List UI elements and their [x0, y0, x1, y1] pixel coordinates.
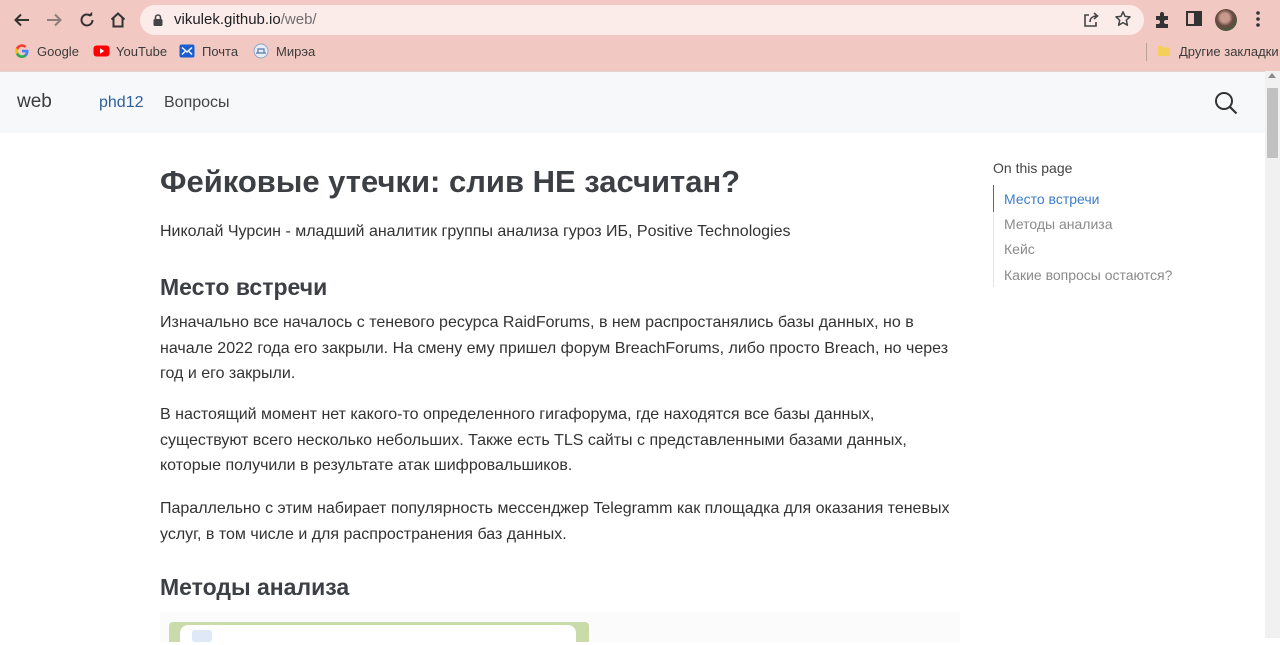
url-path: /web/ [280, 11, 317, 28]
bookmark-label: Почта [202, 43, 239, 59]
nav-link-questions[interactable]: Вопросы [164, 94, 230, 112]
scroll-up-arrow-icon[interactable] [1268, 73, 1276, 78]
scrollbar-thumb[interactable] [1267, 88, 1278, 158]
google-icon [14, 43, 30, 59]
browser-toolbar: vikulek.github.io/web/ [0, 0, 1280, 40]
bookmark-star-icon[interactable] [1114, 10, 1132, 33]
forward-button[interactable] [40, 6, 68, 34]
other-bookmarks-label: Другие закладки [1179, 43, 1279, 59]
bookmark-label: Мирэа [276, 43, 316, 59]
paragraph: Параллельно с этим набирает популярность… [160, 500, 950, 543]
image-card [180, 625, 576, 645]
image-thumbnail [192, 630, 212, 642]
bookmark-label: Google [37, 43, 79, 59]
reload-icon [80, 11, 94, 27]
share-icon[interactable] [1082, 11, 1100, 34]
toc-item-open-questions[interactable]: Какие вопросы остаются? [1004, 267, 1172, 283]
browser-menu-icon[interactable] [1255, 10, 1261, 33]
url-host: vikulek.github.io [174, 11, 281, 28]
back-button[interactable] [8, 6, 36, 34]
url-text[interactable]: vikulek.github.io/web/ [174, 11, 317, 28]
arrow-left-icon [14, 13, 29, 27]
bookmark-youtube[interactable]: YouTube [93, 43, 167, 59]
paragraph: Изначально все началось с теневого ресур… [160, 314, 949, 382]
section-heading-meeting-place: Место встречи [160, 274, 328, 300]
toc-active-indicator [993, 185, 994, 212]
lock-icon [152, 13, 164, 32]
mail-icon [179, 43, 195, 59]
home-icon [110, 12, 126, 28]
site-brand[interactable]: web [17, 91, 52, 113]
browser-chrome: vikulek.github.io/web/ Google YouTube По… [0, 0, 1280, 71]
article-subtitle: Николай Чурсин - младший аналитик группы… [160, 223, 791, 240]
bookmarks-divider [1146, 43, 1147, 61]
profile-avatar[interactable] [1215, 9, 1237, 31]
extensions-icon[interactable] [1153, 10, 1171, 35]
bookmark-mail[interactable]: Почта [179, 43, 238, 59]
mirea-icon [253, 43, 269, 59]
bookmark-mirea[interactable]: Мирэа [253, 43, 315, 59]
folder-icon [1156, 43, 1172, 59]
toc-item-case[interactable]: Кейс [1004, 241, 1035, 257]
toc-item-meeting-place[interactable]: Место встречи [1004, 191, 1099, 207]
toc-title: On this page [993, 160, 1073, 176]
toc-item-methods[interactable]: Методы анализа [1004, 216, 1113, 232]
home-button[interactable] [104, 6, 132, 34]
nav-link-phd12[interactable]: phd12 [99, 94, 144, 112]
reload-button[interactable] [73, 6, 101, 34]
bookmark-google[interactable]: Google [14, 43, 79, 59]
other-bookmarks[interactable]: Другие закладки [1156, 43, 1279, 59]
side-panel-icon[interactable] [1186, 10, 1202, 33]
arrow-right-icon [47, 13, 62, 27]
article-title: Фейковые утечки: слив НЕ засчитан? [160, 164, 741, 199]
search-icon[interactable] [1214, 91, 1238, 120]
youtube-icon [93, 43, 110, 59]
site-header: web phd12 Вопросы [0, 71, 1265, 133]
paragraph: В настоящий момент нет какого-то определ… [160, 406, 907, 474]
section-heading-methods: Методы анализа [160, 574, 350, 600]
bookmarks-bar: Google YouTube Почта Мирэа Другие заклад… [0, 40, 1280, 64]
bookmark-label: YouTube [116, 43, 168, 59]
address-bar[interactable]: vikulek.github.io/web/ [140, 5, 1144, 35]
